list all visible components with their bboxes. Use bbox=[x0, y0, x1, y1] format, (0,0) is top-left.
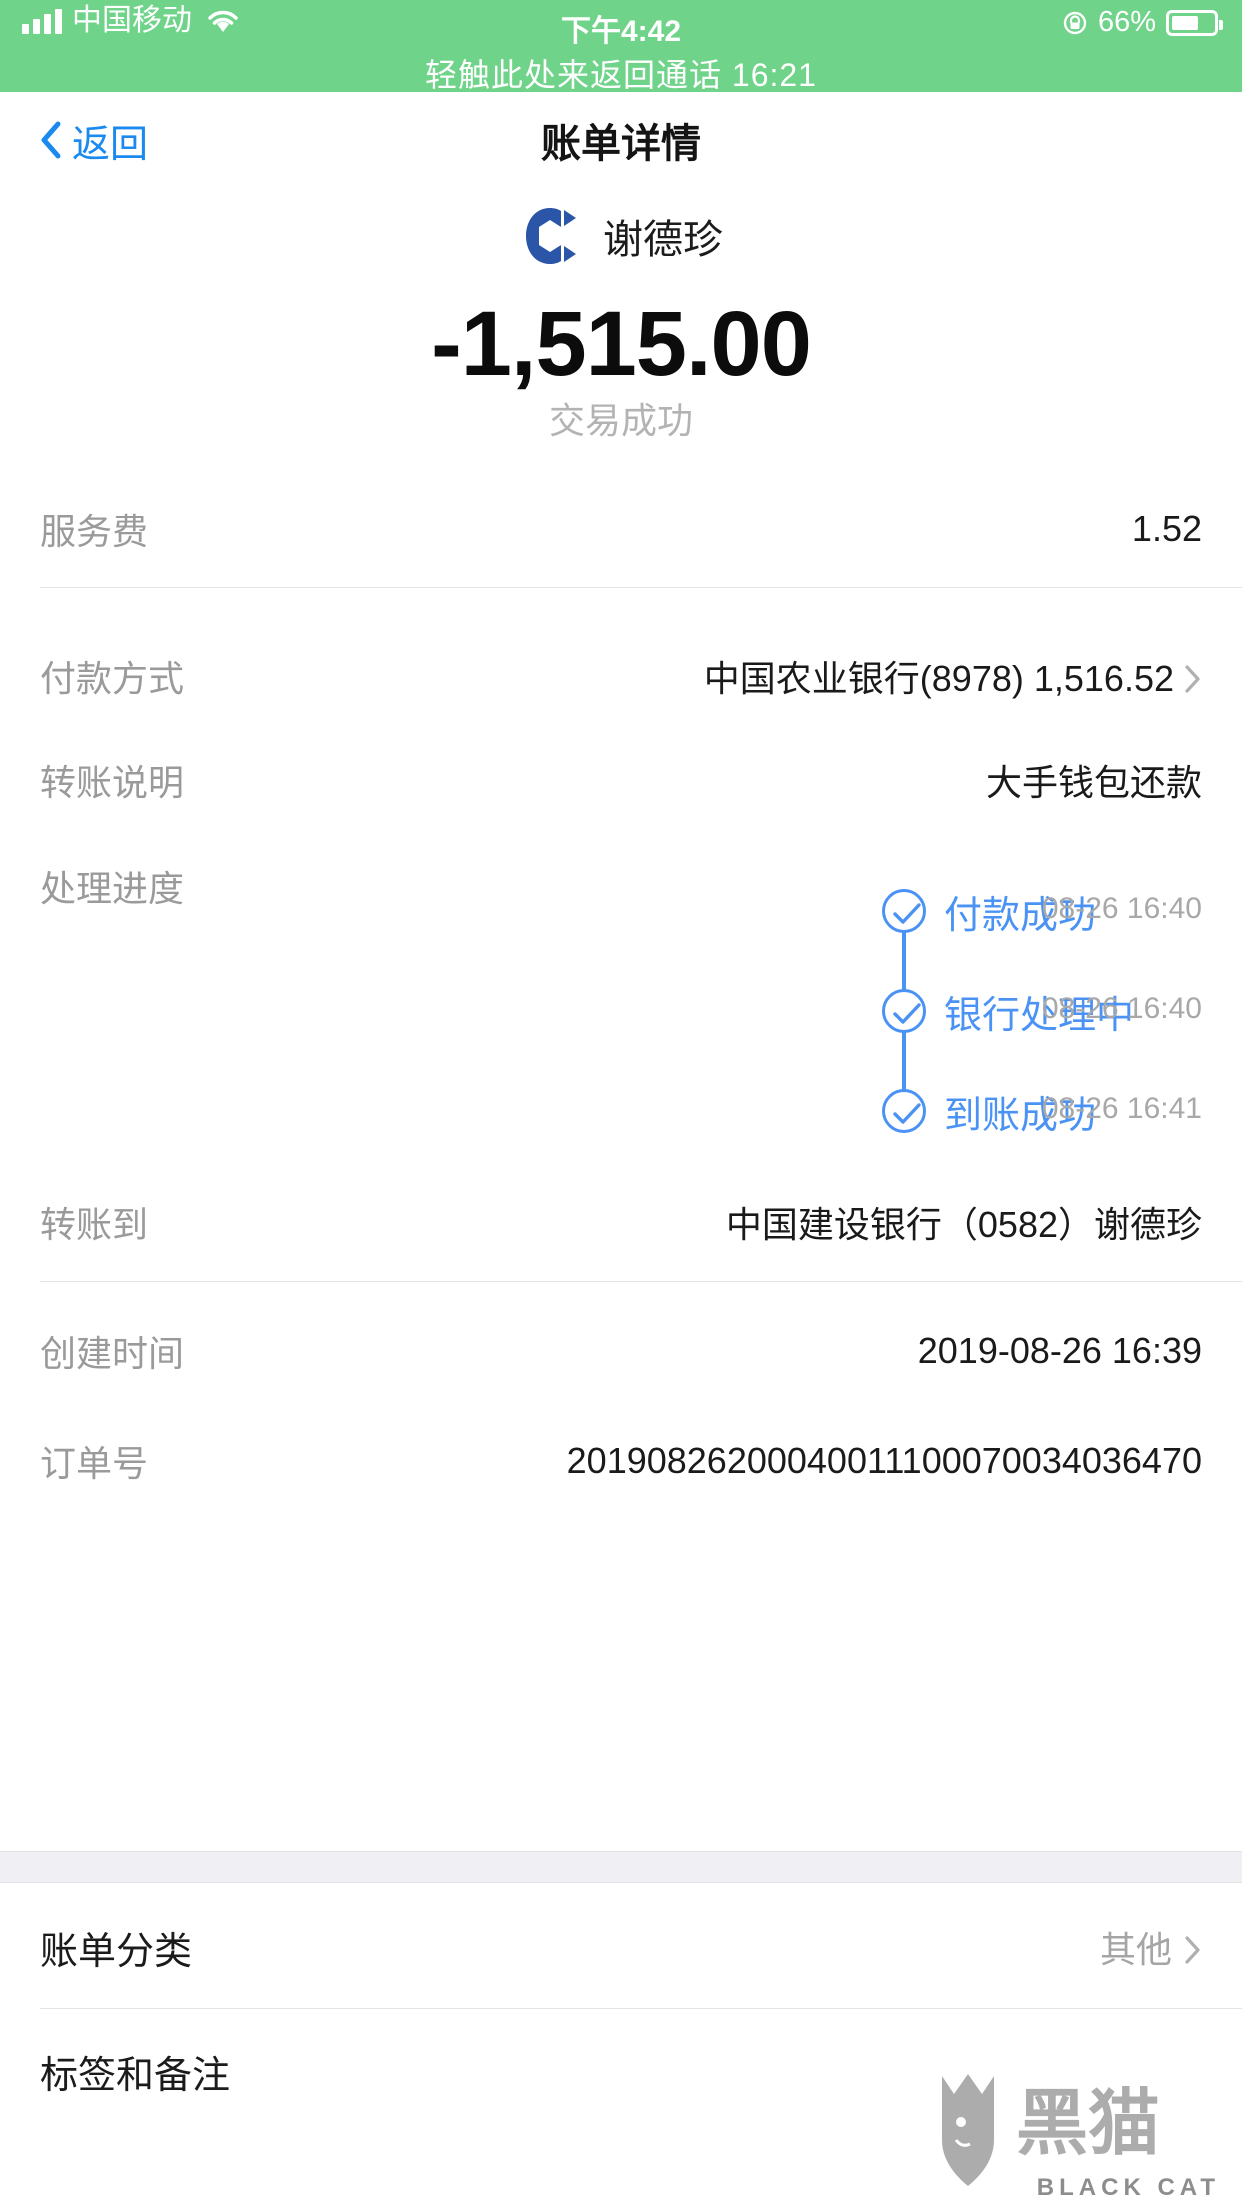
check-circle-icon bbox=[882, 1089, 927, 1133]
row-processing-progress: 处理进度 付款成功 08-26 16:40 银行处理中 08-26 16:40 … bbox=[0, 832, 1242, 1162]
row-transfer-to: 转账到 中国建设银行（0582）谢德珍 bbox=[0, 1162, 1242, 1282]
row-service-fee: 服务费 1.52 bbox=[0, 470, 1242, 588]
timeline-step-time: 08-26 16:40 bbox=[1041, 992, 1202, 1025]
created-time-label: 创建时间 bbox=[40, 1333, 185, 1374]
timeline-step: 到账成功 08-26 16:41 bbox=[184, 1082, 1202, 1140]
timeline-step-time: 08-26 16:40 bbox=[1041, 892, 1202, 925]
page-title: 账单详情 bbox=[541, 122, 701, 166]
payee-name: 谢德珍 bbox=[603, 218, 723, 262]
svg-text:黑猫: 黑猫 bbox=[1016, 2084, 1160, 2164]
created-time-value: 2019-08-26 16:39 bbox=[917, 1330, 1202, 1371]
chevron-right-icon[interactable] bbox=[1184, 661, 1202, 693]
navigation-bar: 返回 账单详情 bbox=[0, 92, 1242, 188]
timeline-step-time: 08-26 16:41 bbox=[1041, 1092, 1202, 1125]
row-bill-category[interactable]: 账单分类 其他 bbox=[0, 1885, 1242, 2009]
payee-header: 谢德珍 bbox=[0, 205, 1242, 267]
divider bbox=[40, 1281, 1242, 1282]
status-right: 66% bbox=[1062, 6, 1223, 38]
battery-percent-label: 66% bbox=[1097, 6, 1156, 38]
rotation-lock-icon bbox=[1062, 10, 1088, 36]
row-created-time: 创建时间 2019-08-26 16:39 bbox=[0, 1296, 1242, 1406]
chevron-right-icon[interactable] bbox=[1184, 1932, 1202, 1964]
tags-and-notes-label: 标签和备注 bbox=[40, 2054, 231, 2097]
progress-timeline: 付款成功 08-26 16:40 银行处理中 08-26 16:40 到账成功 … bbox=[184, 860, 1202, 1137]
return-to-call-label[interactable]: 轻触此处来返回通话 16:21 bbox=[0, 50, 1242, 96]
order-number-value: 20190826200040011100070034036470 bbox=[566, 1440, 1202, 1481]
row-payment-method[interactable]: 付款方式 中国农业银行(8978) 1,516.52 bbox=[0, 624, 1242, 728]
ccb-bank-logo-icon bbox=[519, 205, 581, 267]
payment-method-value-wrap: 中国农业银行(8978) 1,516.52 bbox=[184, 650, 1202, 702]
transfer-to-label: 转账到 bbox=[40, 1204, 149, 1245]
check-circle-icon bbox=[882, 889, 927, 933]
section-separator bbox=[0, 1851, 1242, 1883]
service-fee-label: 服务费 bbox=[40, 511, 149, 552]
transfer-note-label: 转账说明 bbox=[40, 762, 185, 803]
service-fee-value: 1.52 bbox=[1131, 508, 1202, 549]
order-number-label: 订单号 bbox=[40, 1443, 149, 1484]
transaction-status: 交易成功 bbox=[548, 400, 693, 441]
row-order-number: 订单号 20190826200040011100070034036470 bbox=[0, 1406, 1242, 1516]
transfer-note-value: 大手钱包还款 bbox=[985, 762, 1202, 803]
payment-method-label: 付款方式 bbox=[40, 658, 185, 699]
row-transfer-note: 转账说明 大手钱包还款 bbox=[0, 728, 1242, 832]
processing-progress-label: 处理进度 bbox=[40, 868, 185, 909]
timeline-step: 银行处理中 08-26 16:40 bbox=[184, 982, 1202, 1040]
call-banner[interactable]: 中国移动 下午4:42 66% 轻触此处来返回通话 16:21 bbox=[0, 0, 1242, 93]
battery-icon bbox=[1166, 9, 1223, 36]
check-circle-icon bbox=[882, 989, 927, 1033]
bill-category-label: 账单分类 bbox=[40, 1930, 193, 1973]
transfer-to-value: 中国建设银行（0582）谢德珍 bbox=[725, 1204, 1202, 1245]
status-bar: 中国移动 下午4:42 66% bbox=[0, 0, 1242, 52]
timeline-step: 付款成功 08-26 16:40 bbox=[184, 882, 1202, 940]
payment-method-value: 中国农业银行(8978) 1,516.52 bbox=[703, 658, 1174, 699]
transaction-amount: -1,515.00 bbox=[431, 293, 812, 395]
black-cat-watermark-text: BLACK CAT bbox=[1036, 2174, 1220, 2201]
status-clock: 下午4:42 bbox=[560, 15, 682, 48]
divider bbox=[40, 587, 1242, 588]
bill-category-value-wrap: 其他 bbox=[192, 1921, 1202, 1973]
bill-category-value: 其他 bbox=[1099, 1929, 1172, 1970]
detail-rows: 服务费 1.52 付款方式 中国农业银行(8978) 1,516.52 转账说明… bbox=[0, 470, 1242, 1516]
